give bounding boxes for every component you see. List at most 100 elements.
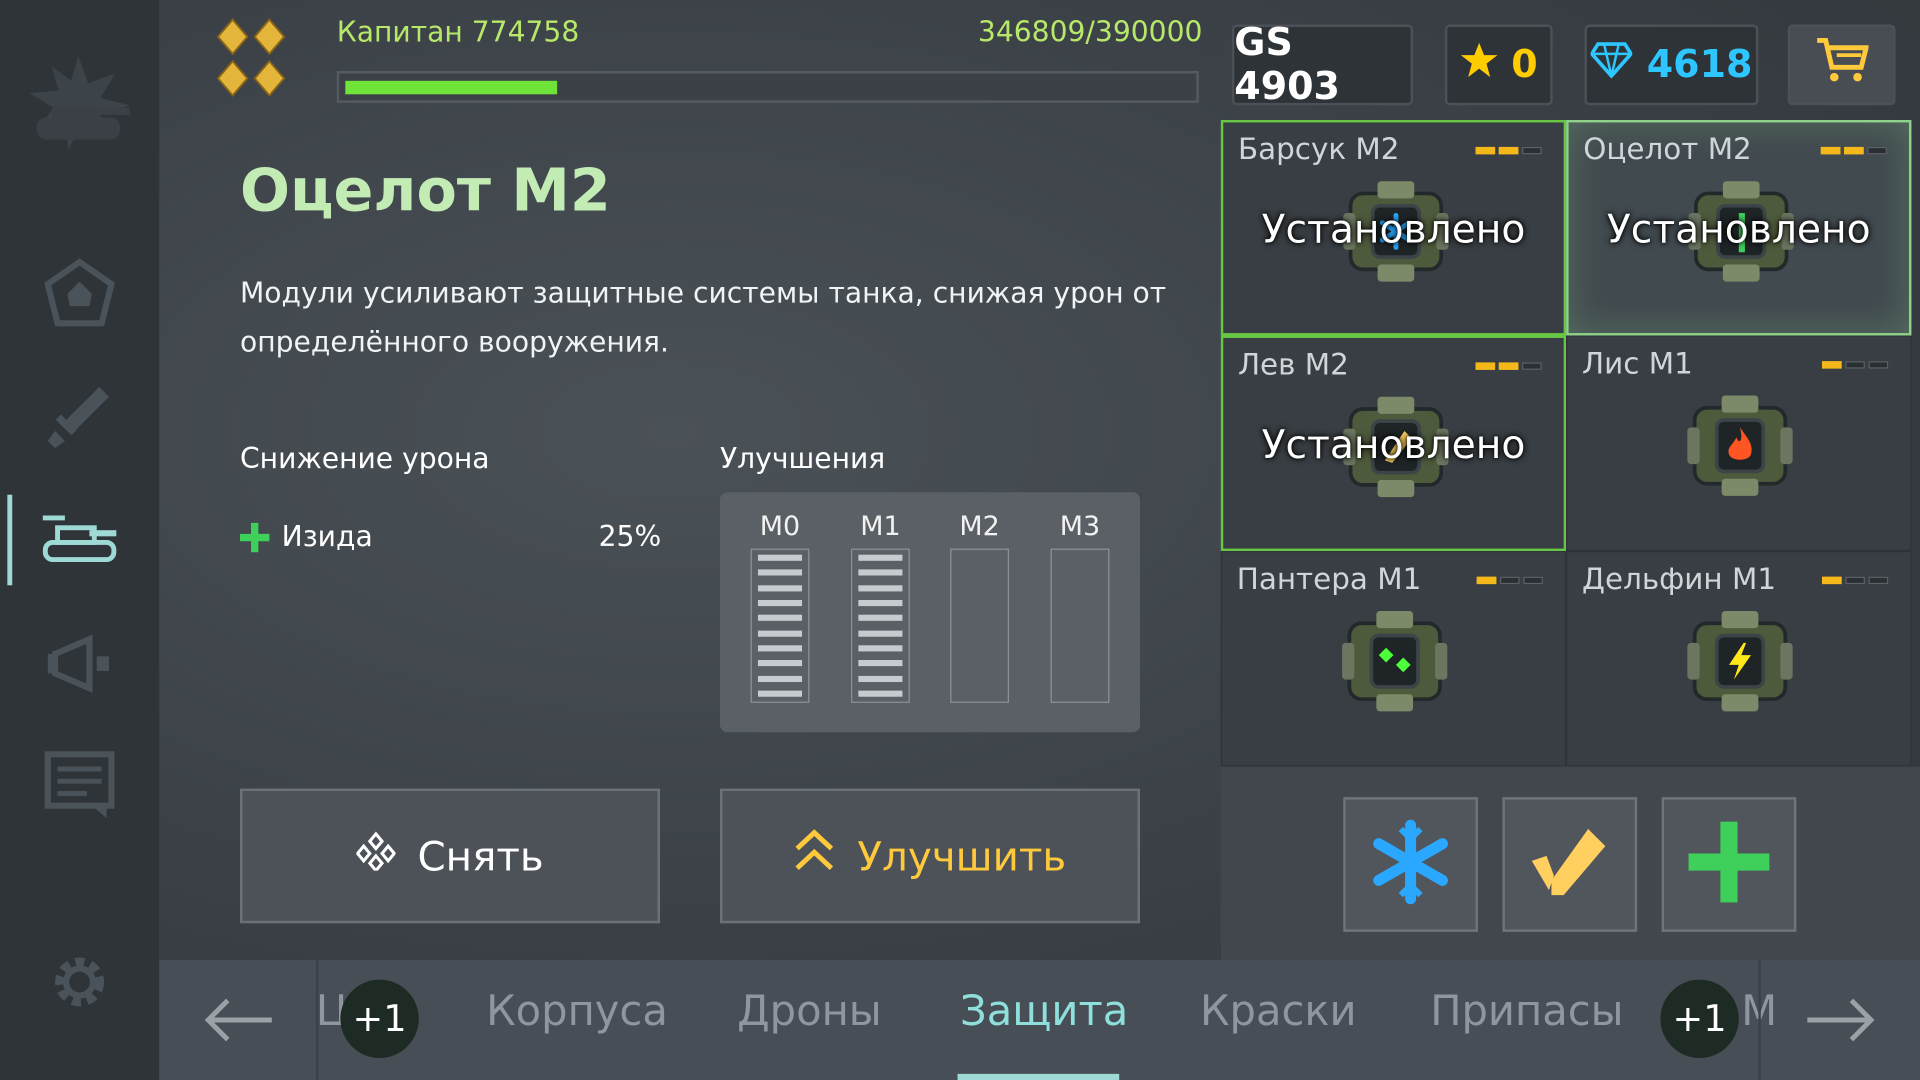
active-tab-underline [957,1073,1120,1080]
announcements-icon[interactable] [40,624,118,702]
remove-button[interactable]: Снять [240,788,661,924]
module-level-indicator [1820,146,1887,155]
upgrades-panel: М0 М1 М2 М3 [720,492,1141,733]
sidebar [0,0,160,1080]
tab-supplies[interactable]: Припасы [1430,987,1623,1036]
new-items-badge: +1 [1660,979,1739,1058]
upgrade-level-bar [950,548,1009,703]
upgrade-bar-segment [858,615,903,622]
tab-hulls[interactable]: Корпуса [486,987,668,1036]
installed-slot-2[interactable] [1502,797,1638,932]
module-card-name: Лев М2 [1237,347,1349,383]
rank-insignia-icon [216,17,289,98]
level-pip [1522,146,1542,155]
module-card-name: Оцелот М2 [1583,132,1752,167]
upgrade-level-bar [750,548,810,703]
tank-logo-icon[interactable] [17,49,139,171]
freeze-icon [1368,819,1454,910]
level-pip [1845,576,1865,585]
isida-icon [1686,819,1772,910]
module-card[interactable]: Дельфин М1 [1566,551,1912,767]
cart-icon [1815,36,1870,95]
installed-slot-1[interactable] [1343,797,1478,932]
new-items-badge: +1 [340,979,419,1058]
damage-reduction-value: 25% [598,521,662,554]
upgrade-bar-segment [858,584,903,592]
installed-status: Установлено [1261,421,1526,468]
upgrade-bar-segment [757,675,803,682]
upgrade-bar-segment [757,554,803,561]
star-icon [1460,40,1499,89]
upgrade-chevrons-icon [794,829,836,883]
crystals-value: 4618 [1646,42,1753,87]
installed-status: Установлено [1606,205,1871,253]
tabs-next-arrow-icon[interactable] [1802,989,1878,1050]
upgrade-level-m3: М3 [1050,507,1110,703]
module-level-indicator [1475,362,1542,370]
upgrade-level-label: М1 [860,511,901,543]
upgrade-bar-segment [757,599,803,607]
upgrade-bar-segment [858,660,903,667]
module-title: Оцелот М2 [240,156,611,226]
level-pip [1475,146,1496,155]
module-card[interactable]: Пантера М1 [1220,551,1567,767]
installed-slot-3[interactable] [1661,797,1797,932]
weapons-icon[interactable] [40,377,118,455]
damage-reduction-heading: Снижение урона [240,443,490,476]
module-card[interactable]: Лев М2 Установлено [1220,335,1567,552]
tabs-prev-arrow-icon[interactable] [201,989,277,1050]
smoky-icon [1527,819,1613,910]
level-pip [1820,146,1841,155]
upgrade-bar-segment [858,690,903,697]
plus-icon [240,522,270,553]
upgrade-bar-segment [757,584,803,592]
experience-counter: 346809/390000 [977,17,1203,49]
module-grid: Барсук М2 Установлено Оцелот М2 Установлено… [1220,120,1920,767]
installed-modules-bar [1220,766,1920,961]
upgrade-bar-segment [858,645,903,652]
module-description: Модули усиливают защитные системы танка,… [240,277,1167,359]
level-pip [1476,576,1497,585]
remove-button-label: Снять [417,832,544,880]
shop-cart-button[interactable] [1787,24,1896,106]
installed-status: Установлено [1261,205,1526,253]
damage-weapon-name: Изида [281,521,373,554]
upgrade-bar-segment [757,645,803,652]
stars-counter[interactable]: 0 [1444,24,1553,106]
upgrade-bar-segment [757,630,803,637]
upgrade-button-label: Улучшить [857,832,1067,880]
level-pip [1845,361,1865,369]
tab-protection[interactable]: Защита [960,987,1128,1036]
level-pip [1868,576,1889,585]
twins-icon [1340,606,1450,716]
crystals-counter[interactable]: 4618 [1584,24,1759,106]
upgrade-bar-segment [757,569,803,576]
level-pip [1522,362,1542,370]
upgrade-level-label: М3 [1059,511,1101,543]
damage-reduction-row: Изида 25% [240,517,661,559]
garage-icon[interactable] [40,255,118,333]
experience-bar [336,71,1199,103]
hulls-icon[interactable] [40,500,118,578]
upgrade-bar-segment [858,554,903,561]
news-icon[interactable] [40,744,118,822]
module-card-name: Дельфин М1 [1582,562,1777,597]
module-card[interactable]: Барсук М2 Установлено [1220,120,1567,336]
upgrade-bar-segment [757,660,803,667]
upgrade-bar-segment [757,690,803,697]
gear-score: GS 4903 [1231,21,1414,109]
module-card[interactable]: Лис М1 [1566,335,1912,552]
tab-drones[interactable]: Дроны [737,987,882,1036]
settings-gear-icon[interactable] [40,943,118,1021]
fire-icon [1685,391,1795,501]
upgrade-bar-segment [858,675,903,682]
upgrade-button[interactable]: Улучшить [720,788,1141,924]
module-card-name: Лис М1 [1582,346,1693,381]
tab-divider [1758,960,1761,1080]
upgrade-bar-segment [858,630,903,637]
module-card[interactable]: Оцелот М2 Установлено [1566,120,1912,336]
unequip-icon [355,831,397,880]
player-name: Капитан 774758 [336,17,580,49]
level-pip [1500,576,1520,585]
tab-paints[interactable]: Краски [1200,987,1357,1036]
